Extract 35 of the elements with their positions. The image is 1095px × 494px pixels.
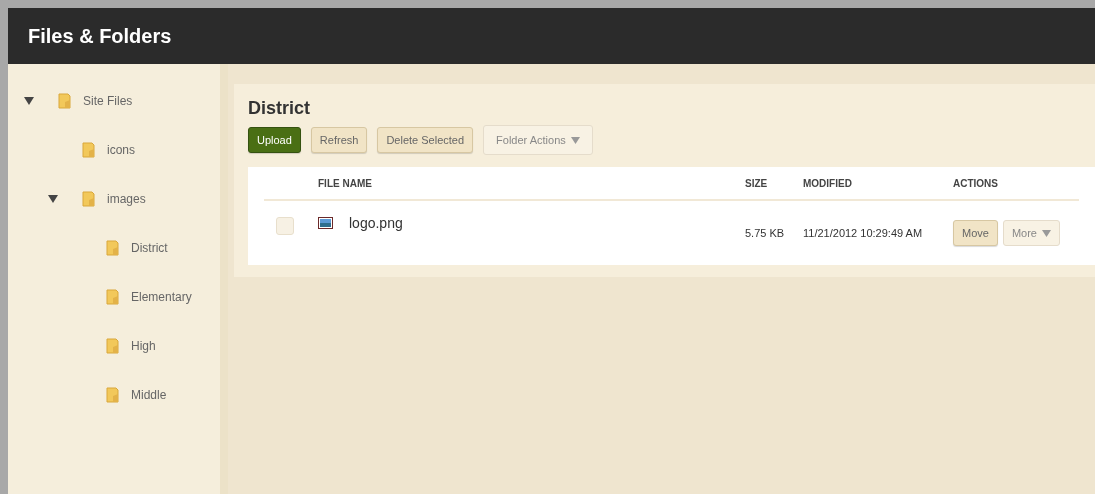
folder-icon — [106, 337, 119, 354]
folder-item[interactable]: Site Files — [83, 93, 133, 108]
folder-item[interactable]: images — [107, 191, 146, 206]
toolbar-button[interactable]: Upload — [248, 127, 301, 153]
folder-item[interactable]: High — [131, 338, 156, 353]
modified-date: 11/21/2012 10:29:49 AM — [803, 226, 924, 239]
folder-icon — [82, 190, 95, 207]
column-header: FILE NAME — [318, 177, 373, 189]
folder-title: District — [248, 98, 311, 119]
column-header: ACTIONS — [953, 177, 999, 189]
toolbar-button[interactable]: Delete Selected — [377, 127, 474, 153]
collapse-triangle-icon[interactable] — [48, 193, 58, 204]
window-title: Files & Folders — [28, 24, 172, 48]
folder-icon — [106, 239, 119, 256]
toolbar-button[interactable]: Refresh — [310, 127, 368, 153]
folder-item[interactable]: icons — [107, 142, 135, 157]
caret-icon — [1041, 229, 1051, 237]
folder-icon — [58, 92, 71, 109]
folder-item[interactable]: Elementary — [131, 289, 192, 304]
folder-icon — [106, 288, 119, 305]
folder-item[interactable]: Middle — [131, 387, 167, 402]
checkbox[interactable] — [276, 217, 294, 235]
image-file-icon — [318, 217, 333, 229]
column-header: MODIFIED — [803, 177, 853, 189]
file-size: 5.75 KB — [745, 226, 786, 239]
folder-icon — [106, 386, 119, 403]
toolbar-button[interactable]: Folder Actions — [483, 125, 593, 155]
column-header: SIZE — [745, 177, 769, 189]
row-action-button[interactable]: Move — [953, 220, 998, 246]
caret-icon — [570, 136, 580, 144]
row-action-button[interactable]: More — [1002, 220, 1060, 246]
folder-item[interactable]: District — [131, 240, 168, 255]
folder-icon — [82, 141, 95, 158]
file-name[interactable]: logo.png — [349, 215, 403, 231]
collapse-triangle-icon[interactable] — [24, 95, 34, 106]
